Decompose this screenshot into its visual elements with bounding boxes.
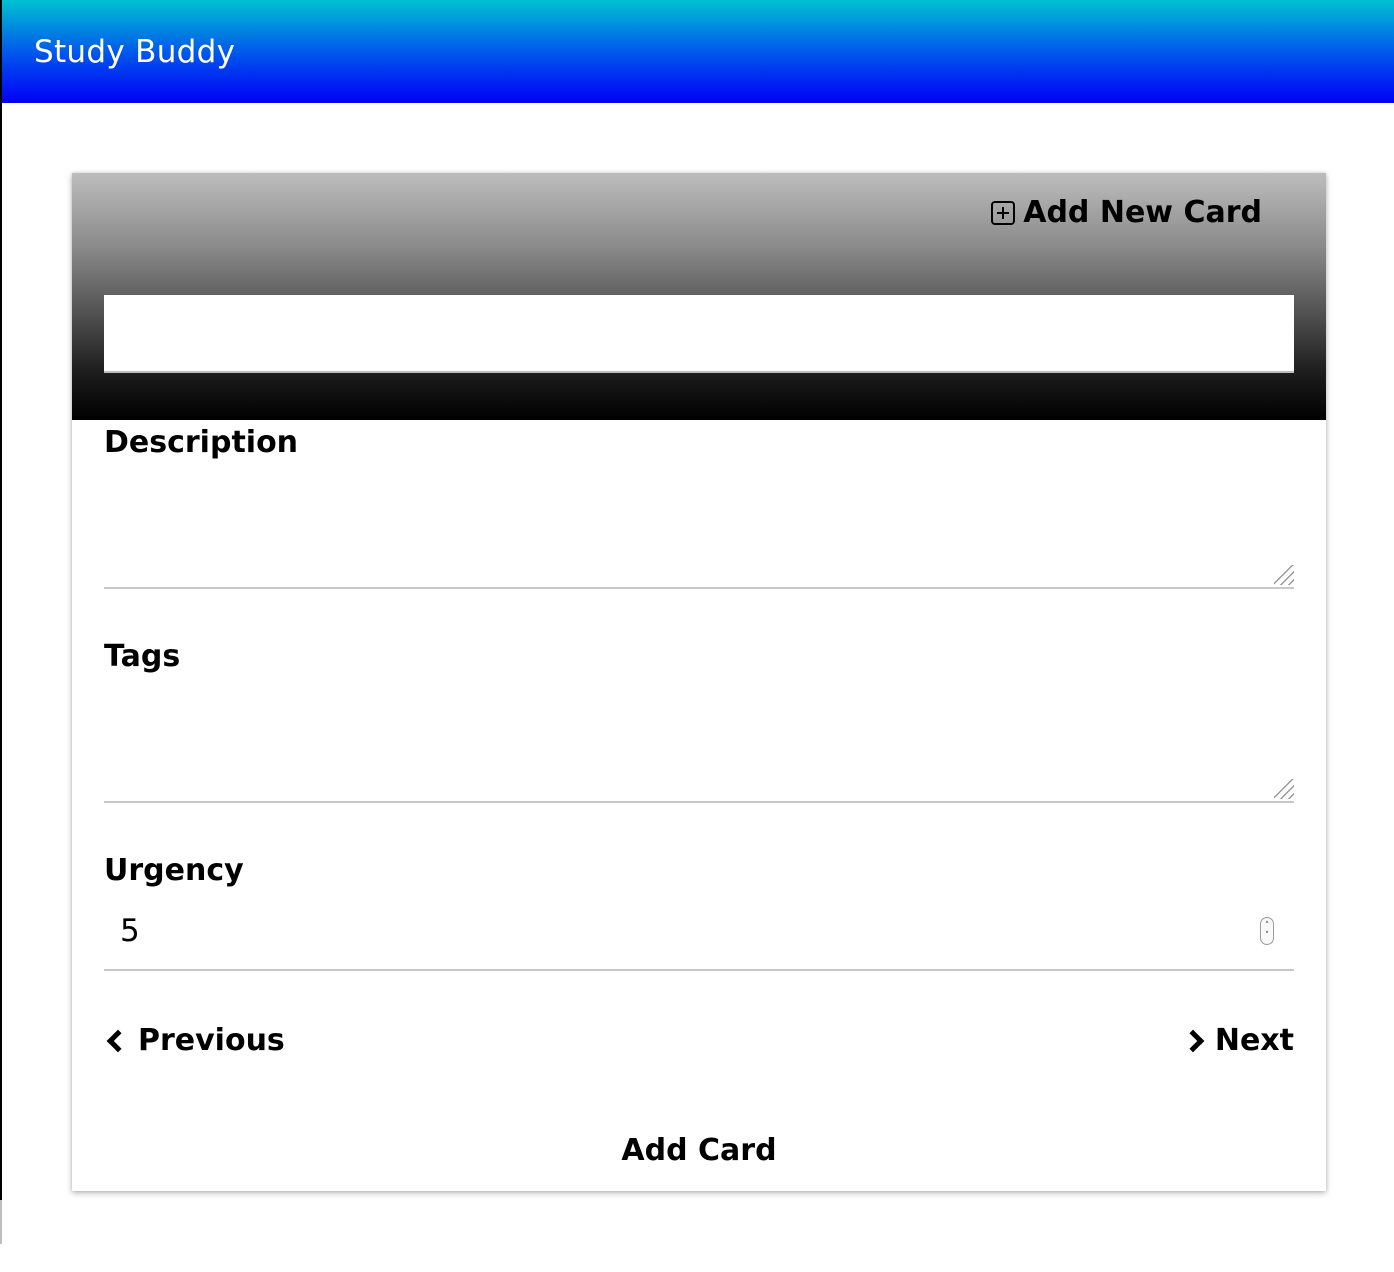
- left-border-bottom: [0, 1200, 2, 1244]
- left-border: [0, 0, 2, 1200]
- card-title-input[interactable]: [104, 295, 1294, 373]
- previous-label: Previous: [138, 1023, 285, 1058]
- urgency-label: Urgency: [104, 853, 244, 888]
- description-textarea[interactable]: [104, 485, 1294, 589]
- app-title: Study Buddy: [34, 34, 236, 70]
- tags-textarea[interactable]: [104, 699, 1294, 803]
- urgency-number-input[interactable]: 5 ˄ ˅: [104, 901, 1294, 971]
- chevron-left-icon: [106, 1029, 130, 1052]
- spin-down-icon[interactable]: ˅: [1265, 931, 1270, 941]
- description-label: Description: [104, 425, 299, 460]
- add-card-panel: Add New Card Description Tags Urgency 5 …: [72, 173, 1326, 1191]
- next-button[interactable]: Next: [1181, 1023, 1294, 1058]
- resize-handle-icon[interactable]: [1274, 565, 1294, 585]
- urgency-value: 5: [120, 913, 140, 949]
- tags-label: Tags: [104, 639, 181, 674]
- app-header: Study Buddy: [2, 0, 1394, 103]
- card-header: Add New Card: [72, 173, 1326, 420]
- previous-button[interactable]: Previous: [102, 1023, 285, 1058]
- resize-handle-icon[interactable]: [1274, 779, 1294, 799]
- number-spinner-icon[interactable]: ˄ ˅: [1260, 917, 1274, 945]
- add-card-button[interactable]: Add Card: [72, 1133, 1326, 1168]
- add-new-card-button[interactable]: Add New Card: [991, 195, 1262, 230]
- chevron-right-icon: [1181, 1029, 1205, 1052]
- plus-square-icon: [991, 200, 1016, 225]
- spin-up-icon[interactable]: ˄: [1265, 921, 1270, 931]
- next-label: Next: [1214, 1023, 1294, 1058]
- add-new-card-label: Add New Card: [1023, 195, 1262, 230]
